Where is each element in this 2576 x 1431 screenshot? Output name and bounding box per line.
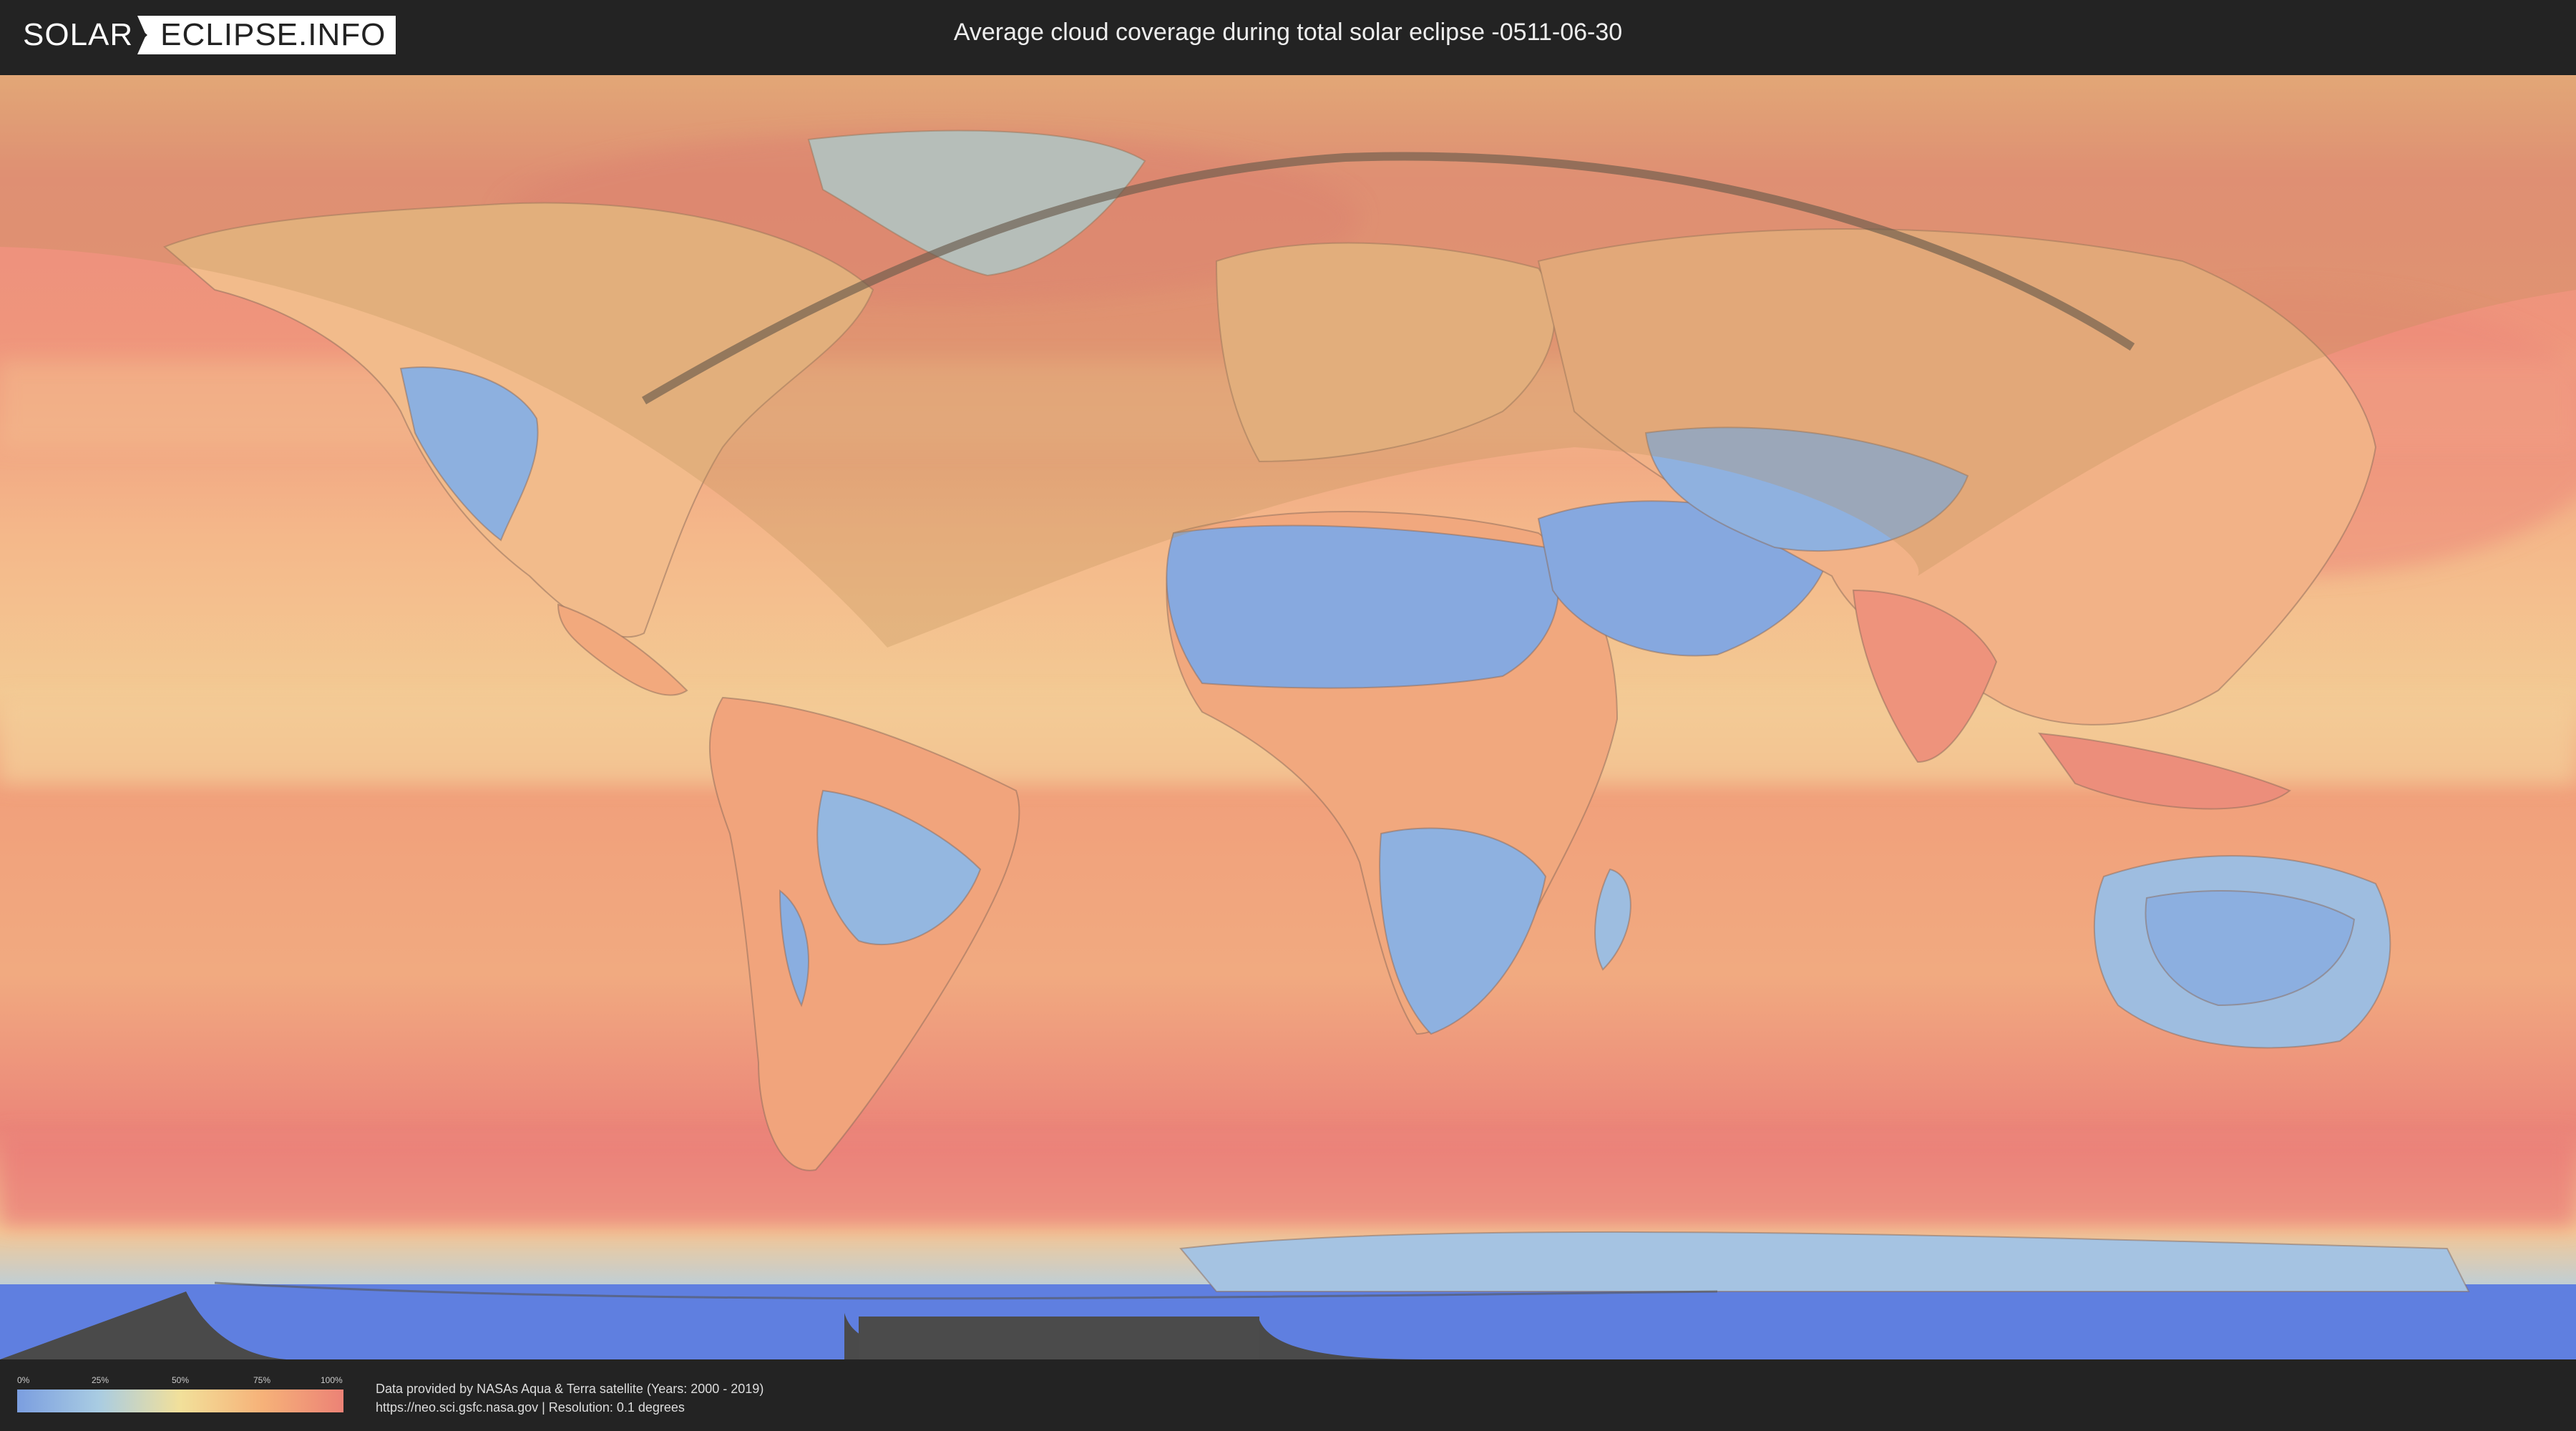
legend-ticks: 0% 25% 50% 75% 100% <box>17 1375 343 1388</box>
header-bar: SOLAR ECLIPSE.INFO Average cloud coverag… <box>0 0 2576 74</box>
credits-line-source: Data provided by NASAs Aqua & Terra sate… <box>376 1382 764 1396</box>
cloud-coverage-map[interactable] <box>0 75 2576 1359</box>
color-legend: 0% 25% 50% 75% 100% <box>17 1375 343 1412</box>
data-credits: Data provided by NASAs Aqua & Terra sate… <box>376 1379 763 1417</box>
credits-line-url[interactable]: https://neo.sci.gsfc.nasa.gov | Resoluti… <box>376 1398 763 1417</box>
legend-tick-0: 0% <box>17 1375 30 1385</box>
footer-bar: 0% 25% 50% 75% 100% Data provided by NAS… <box>0 1359 2576 1431</box>
legend-tick-100: 100% <box>321 1375 343 1385</box>
legend-tick-75: 75% <box>253 1375 271 1385</box>
legend-tick-25: 25% <box>92 1375 109 1385</box>
page-title: Average cloud coverage during total sola… <box>953 19 1623 46</box>
legend-gradient-bar <box>17 1390 343 1412</box>
legend-tick-50: 50% <box>172 1375 190 1385</box>
no-data-strip <box>859 1317 1259 1359</box>
